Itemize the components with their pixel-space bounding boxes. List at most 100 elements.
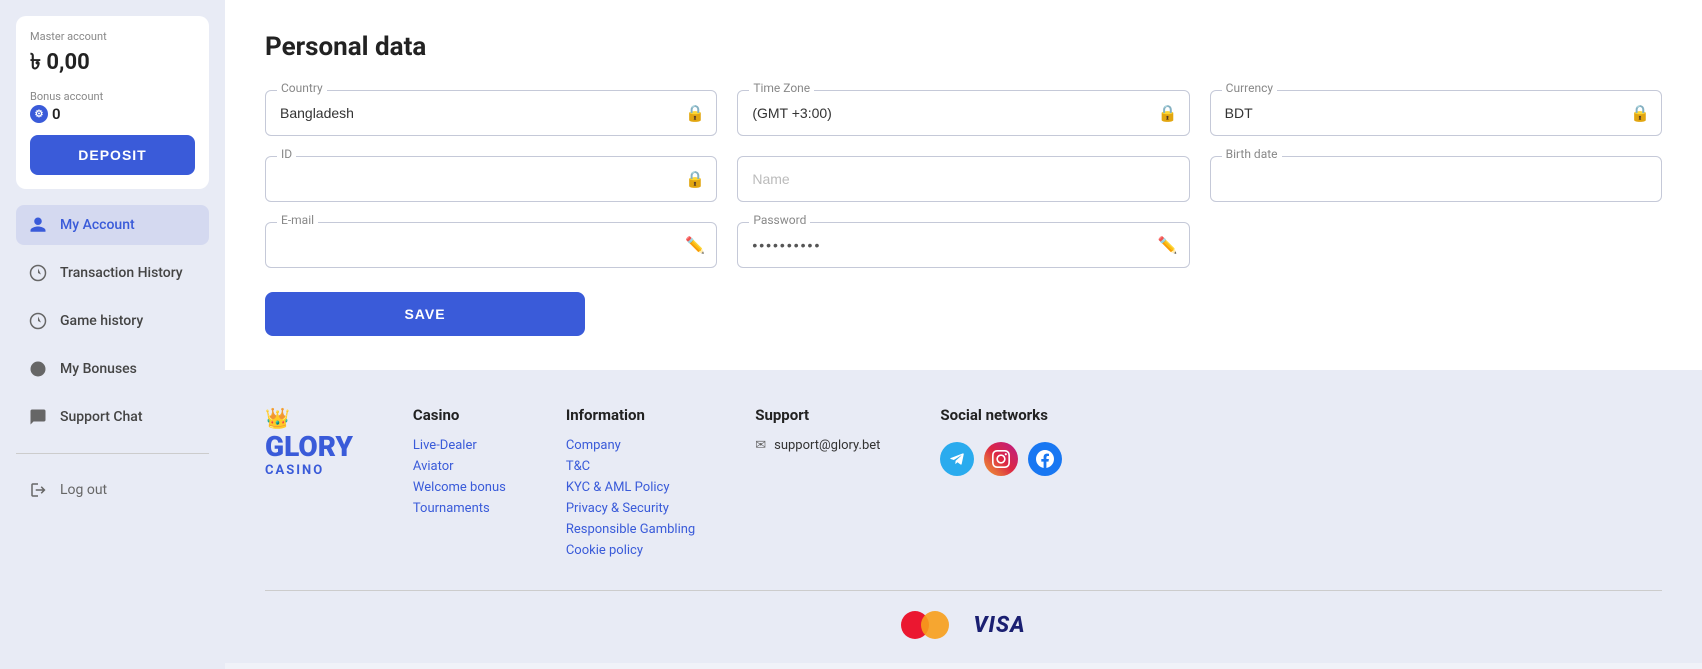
logo-casino: CASINO	[265, 463, 324, 478]
id-label: ID	[277, 147, 296, 161]
footer-link-responsible[interactable]: Responsible Gambling	[566, 522, 695, 537]
email-field: E-mail ✏️	[265, 222, 717, 268]
name-field	[737, 156, 1189, 202]
edit-icon-email: ✏️	[685, 236, 705, 255]
footer-info-col: Information Company T&C KYC & AML Policy…	[566, 406, 695, 558]
sidebar-item-label: My Bonuses	[60, 361, 137, 377]
chat-icon	[28, 407, 48, 427]
sidebar-item-label: My Account	[60, 217, 135, 233]
timezone-field: Time Zone 🔒 document.currentScript.previ…	[737, 90, 1189, 136]
transaction-icon	[28, 263, 48, 283]
logout-item[interactable]: Log out	[16, 470, 209, 510]
footer: 👑 GLORY CASINO Casino Live-Dealer Aviato…	[225, 370, 1702, 663]
social-icons-row	[940, 442, 1062, 476]
footer-support-col: Support ✉ support@glory.bet	[755, 406, 880, 453]
timezone-input[interactable]	[737, 90, 1189, 136]
currency-label: Currency	[1222, 81, 1277, 95]
footer-support-title: Support	[755, 406, 880, 424]
birthdate-field: Birth date	[1210, 156, 1662, 202]
visa-logo: VISA	[973, 613, 1025, 638]
email-label: E-mail	[277, 213, 318, 227]
sidebar-item-transaction-history[interactable]: Transaction History	[16, 253, 209, 293]
page-title: Personal data	[265, 32, 1662, 62]
currency-input[interactable]	[1210, 90, 1662, 136]
currency-field: Currency 🔒 document.currentScript.previo…	[1210, 90, 1662, 136]
logo-glory: GLORY	[265, 430, 353, 463]
country-field: Country 🔒 document.currentScript.previou…	[265, 90, 717, 136]
lock-icon-id: 🔒	[685, 170, 705, 189]
footer-logo: 👑 GLORY CASINO	[265, 406, 353, 478]
name-input[interactable]	[737, 156, 1189, 202]
sidebar-item-game-history[interactable]: Game history	[16, 301, 209, 341]
user-icon	[28, 215, 48, 235]
footer-link-aviator[interactable]: Aviator	[413, 459, 506, 474]
sidebar-item-support-chat[interactable]: Support Chat	[16, 397, 209, 437]
footer-casino-title: Casino	[413, 406, 506, 424]
form-row-2: ID 🔒 Birth date	[265, 156, 1662, 202]
master-account-label: Master account	[30, 30, 195, 43]
logout-label: Log out	[60, 482, 107, 498]
id-input[interactable]	[265, 156, 717, 202]
footer-link-live-dealer[interactable]: Live-Dealer	[413, 438, 506, 453]
sidebar-item-label: Support Chat	[60, 409, 143, 425]
sidebar-item-my-bonuses[interactable]: My Bonuses	[16, 349, 209, 389]
sidebar-divider	[16, 453, 209, 454]
password-input[interactable]	[737, 222, 1189, 268]
footer-info-title: Information	[566, 406, 695, 424]
mastercard-logo	[901, 611, 949, 639]
facebook-icon[interactable]	[1028, 442, 1062, 476]
password-field: Password ✏️	[737, 222, 1189, 268]
logout-icon	[28, 480, 48, 500]
id-field: ID 🔒	[265, 156, 717, 202]
save-button[interactable]: SAVE	[265, 292, 585, 336]
password-label: Password	[749, 213, 810, 227]
bonus-account-label: Bonus account	[30, 90, 195, 103]
footer-divider	[265, 590, 1662, 591]
footer-top: 👑 GLORY CASINO Casino Live-Dealer Aviato…	[265, 406, 1662, 558]
footer-link-company[interactable]: Company	[566, 438, 695, 453]
footer-casino-col: Casino Live-Dealer Aviator Welcome bonus…	[413, 406, 506, 516]
bonus-icon: ⚙	[30, 105, 48, 123]
country-label: Country	[277, 81, 327, 95]
sidebar-item-label: Game history	[60, 313, 143, 329]
save-row: SAVE	[265, 288, 1662, 336]
footer-link-kyc[interactable]: KYC & AML Policy	[566, 480, 695, 495]
game-icon	[28, 311, 48, 331]
footer-social-title: Social networks	[940, 406, 1062, 424]
sidebar-item-my-account[interactable]: My Account	[16, 205, 209, 245]
mc-yellow-circle	[921, 611, 949, 639]
support-email: ✉ support@glory.bet	[755, 438, 880, 453]
footer-link-cookie[interactable]: Cookie policy	[566, 543, 695, 558]
deposit-button[interactable]: DEPOSIT	[30, 135, 195, 175]
bonus-balance: ⚙ 0	[30, 105, 195, 123]
main-content: Personal data Country 🔒 document.current…	[225, 0, 1702, 669]
country-input[interactable]	[265, 90, 717, 136]
birthdate-input[interactable]	[1210, 156, 1662, 202]
lock-icon-currency: 🔒	[1630, 104, 1650, 123]
footer-link-tournaments[interactable]: Tournaments	[413, 501, 506, 516]
sidebar-item-label: Transaction History	[60, 265, 183, 281]
footer-social-col: Social networks	[940, 406, 1062, 476]
telegram-icon[interactable]	[940, 442, 974, 476]
account-section: Master account ৳ 0,00 Bonus account ⚙ 0 …	[16, 16, 209, 189]
email-icon: ✉	[755, 438, 766, 453]
birthdate-label: Birth date	[1222, 147, 1282, 161]
footer-link-tc[interactable]: T&C	[566, 459, 695, 474]
bonus-nav-icon	[28, 359, 48, 379]
lock-icon: 🔒	[685, 104, 705, 123]
personal-data-form: Country 🔒 document.currentScript.previou…	[265, 90, 1662, 336]
instagram-icon[interactable]	[984, 442, 1018, 476]
crown-icon: 👑	[265, 406, 290, 430]
email-input[interactable]	[265, 222, 717, 268]
personal-data-section: Personal data Country 🔒 document.current…	[225, 0, 1702, 370]
edit-icon-password: ✏️	[1158, 236, 1178, 255]
footer-link-privacy[interactable]: Privacy & Security	[566, 501, 695, 516]
sidebar: Master account ৳ 0,00 Bonus account ⚙ 0 …	[0, 0, 225, 669]
footer-bottom: VISA	[265, 611, 1662, 639]
support-email-text: support@glory.bet	[774, 438, 880, 453]
timezone-label: Time Zone	[749, 81, 814, 95]
footer-link-welcome-bonus[interactable]: Welcome bonus	[413, 480, 506, 495]
form-row-1: Country 🔒 document.currentScript.previou…	[265, 90, 1662, 136]
form-row-3: E-mail ✏️ Password ✏️	[265, 222, 1662, 268]
lock-icon-tz: 🔒	[1158, 104, 1178, 123]
